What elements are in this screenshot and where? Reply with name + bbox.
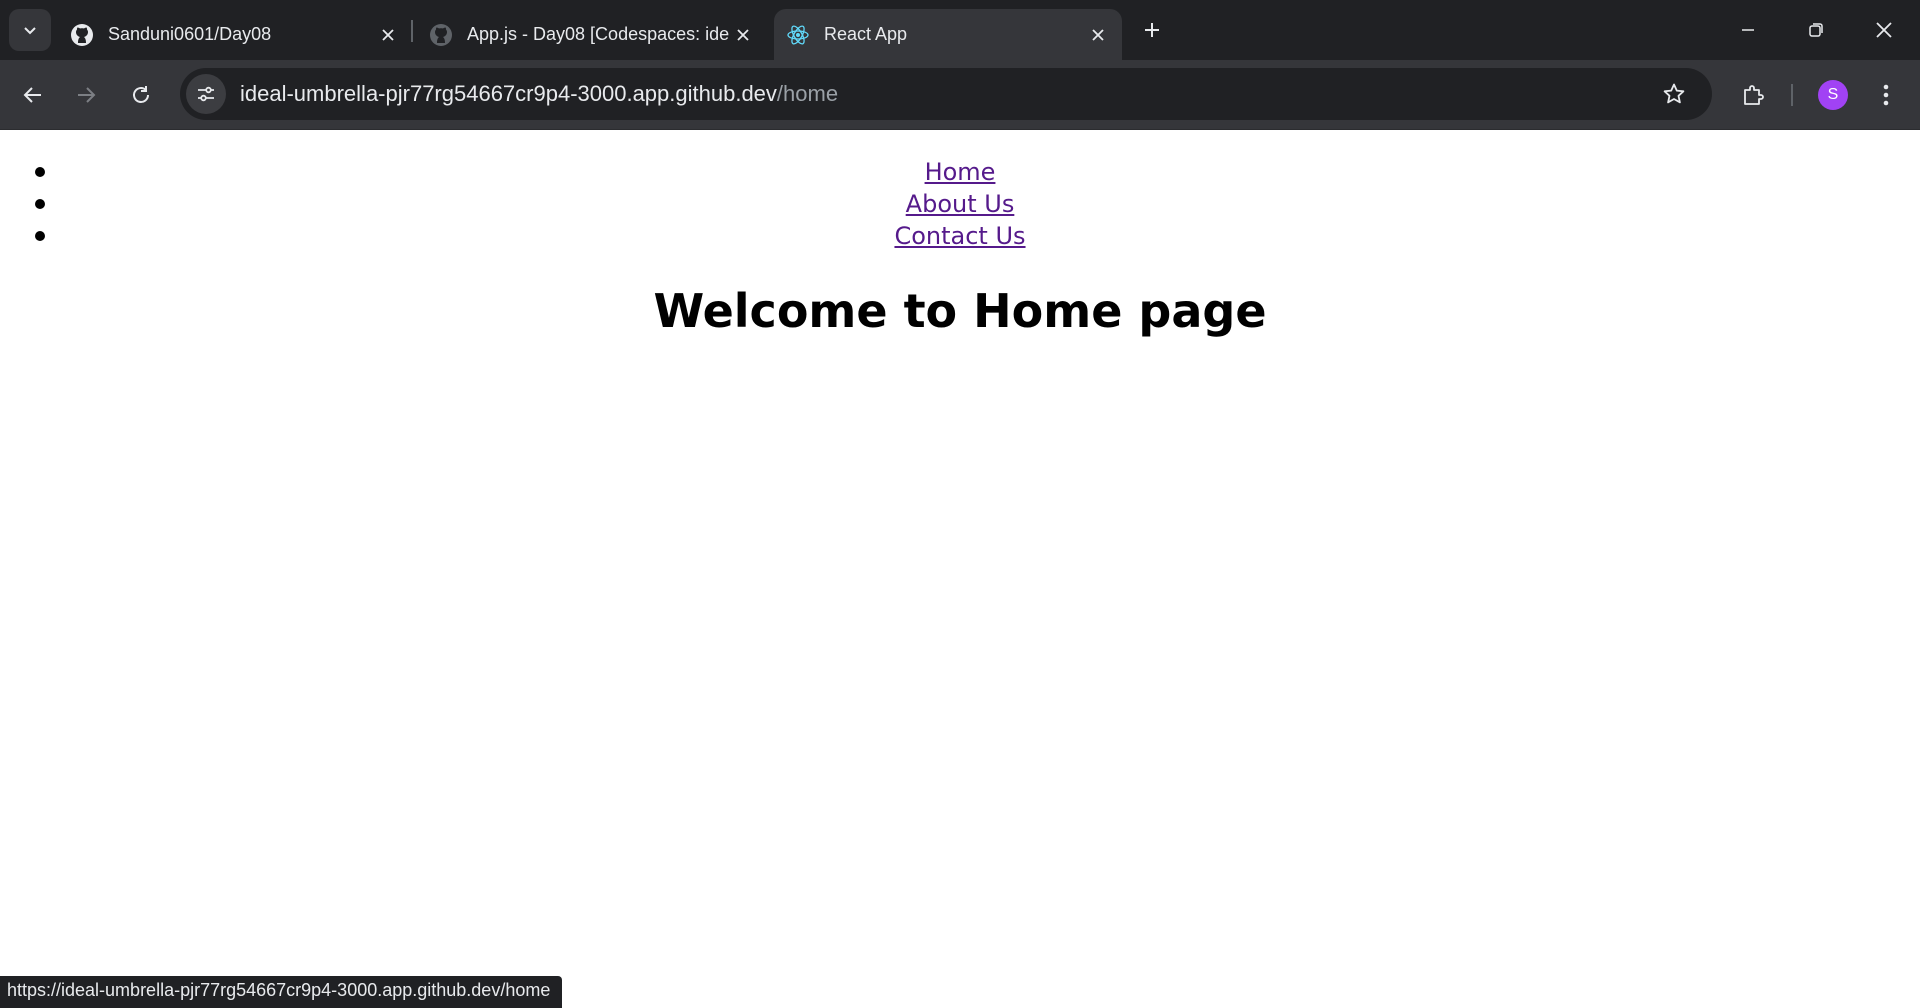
site-info-button[interactable] — [186, 74, 226, 114]
minimize-icon — [1742, 29, 1754, 31]
list-item: Home — [0, 156, 1920, 188]
status-url-bubble: https://ideal-umbrella-pjr77rg54667cr9p4… — [0, 976, 563, 1008]
tune-icon — [198, 86, 214, 102]
minimize-button[interactable] — [1714, 0, 1782, 60]
url-path: /home — [776, 81, 839, 106]
new-tab-button[interactable] — [1136, 14, 1168, 46]
url-text: ideal-umbrella-pjr77rg54667cr9p4-3000.ap… — [240, 81, 838, 107]
bullet — [35, 199, 45, 209]
tab-title: React App — [824, 24, 908, 44]
tab-strip: Sanduni0601/Day08 App.js - Day08 [Codesp… — [0, 0, 1920, 60]
address-bar[interactable]: ideal-umbrella-pjr77rg54667cr9p4-3000.ap… — [180, 68, 1712, 120]
github-icon — [429, 23, 453, 47]
reload-icon — [133, 86, 149, 103]
nav-link-home[interactable]: Home — [925, 158, 996, 186]
extensions-button[interactable] — [1733, 75, 1773, 115]
close-icon[interactable] — [1086, 23, 1110, 47]
list-item: About Us — [0, 188, 1920, 220]
browser-menu-button[interactable] — [1866, 75, 1906, 115]
tab-codespaces[interactable]: App.js - Day08 [Codespaces: ide — [415, 9, 765, 60]
star-icon — [1663, 83, 1685, 104]
page-heading: Welcome to Home page — [653, 284, 1267, 338]
restore-icon — [1809, 23, 1823, 37]
tab-react-app[interactable]: React App — [774, 9, 1122, 60]
close-window-button[interactable] — [1850, 0, 1918, 60]
tab-title: App.js - Day08 [Codespaces: ide — [467, 24, 730, 44]
chevron-down-icon — [24, 27, 36, 35]
bullet — [35, 167, 45, 177]
avatar-initial: S — [1827, 86, 1839, 103]
react-icon — [786, 23, 810, 47]
close-icon — [1876, 22, 1892, 38]
bookmark-button[interactable] — [1654, 74, 1694, 114]
more-vert-icon — [1883, 84, 1889, 106]
close-icon[interactable] — [731, 23, 755, 47]
toolbar-divider — [1791, 84, 1793, 106]
arrow-left-icon — [23, 87, 41, 103]
forward-button[interactable] — [66, 75, 106, 115]
list-item: Contact Us — [0, 220, 1920, 252]
plus-icon — [1145, 23, 1159, 37]
tab-divider — [411, 20, 413, 42]
web-page: Home About Us Contact Us Welcome to Home… — [0, 131, 1920, 1008]
reload-button[interactable] — [121, 75, 161, 115]
profile-avatar[interactable]: S — [1818, 80, 1848, 110]
arrow-right-icon — [78, 87, 96, 103]
nav-link-about[interactable]: About Us — [906, 190, 1015, 218]
page-nav-list: Home About Us Contact Us — [0, 156, 1920, 252]
restore-button[interactable] — [1782, 0, 1850, 60]
tab-search-button[interactable] — [9, 9, 51, 51]
nav-link-contact[interactable]: Contact Us — [894, 222, 1025, 250]
close-icon[interactable] — [376, 23, 400, 47]
tab-github-repo[interactable]: Sanduni0601/Day08 — [58, 9, 410, 60]
puzzle-icon — [1744, 85, 1764, 105]
browser-toolbar: ideal-umbrella-pjr77rg54667cr9p4-3000.ap… — [0, 60, 1920, 130]
url-host: ideal-umbrella-pjr77rg54667cr9p4-3000.ap… — [240, 81, 777, 106]
github-icon — [70, 23, 94, 47]
back-button[interactable] — [13, 75, 53, 115]
tab-title: Sanduni0601/Day08 — [108, 24, 272, 44]
bullet — [35, 231, 45, 241]
